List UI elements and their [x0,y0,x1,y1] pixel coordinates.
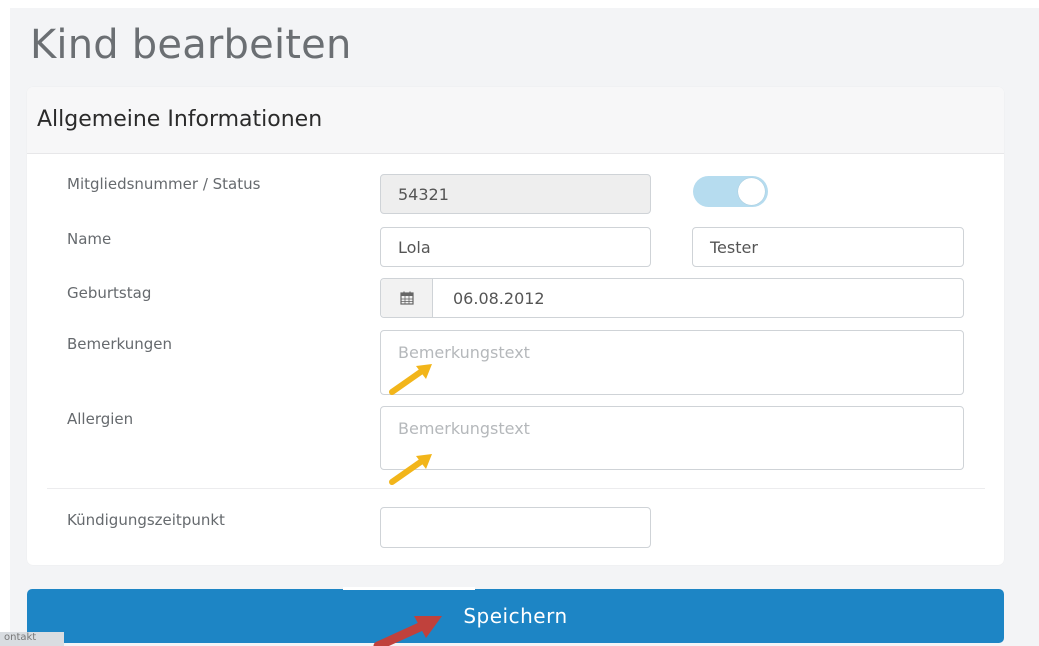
calendar-addon[interactable] [381,279,433,317]
name-label: Name [67,230,112,248]
termination-input[interactable] [380,507,651,548]
birthday-value: 06.08.2012 [453,288,545,308]
save-button-label: Speichern [463,604,568,628]
remarks-highlight-arrow-icon [389,364,432,395]
remarks-label: Bemerkungen [67,335,173,353]
termination-label: Kündigungszeitpunkt [67,511,225,529]
contact-tab[interactable]: ontakt [0,632,64,646]
calendar-icon [399,291,414,305]
last-name-value: Tester [710,237,758,257]
save-pointer-arrow-icon [373,616,442,646]
birthday-label: Geburtstag [67,284,152,302]
general-info-panel: Allgemeine Informationen Mitgliedsnummer… [27,87,1004,565]
panel-title: Allgemeine Informationen [37,107,323,132]
allergies-label: Allergien [67,410,134,428]
save-button[interactable]: Speichern [27,589,1004,643]
birthday-input[interactable]: 06.08.2012 [380,278,964,318]
section-divider [47,488,985,489]
status-toggle-knob[interactable] [738,178,765,205]
allergies-highlight-arrow-icon [389,454,432,485]
save-button-highlight [343,587,475,590]
member-number-label: Mitgliedsnummer / Status [67,175,261,193]
first-name-value: Lola [398,237,431,257]
status-toggle[interactable] [693,176,768,207]
first-name-input[interactable]: Lola [380,227,651,267]
remarks-textarea[interactable]: Bemerkungstext [380,330,964,395]
last-name-input[interactable]: Tester [692,227,964,267]
allergies-textarea[interactable]: Bemerkungstext [380,406,964,470]
page-title: Kind bearbeiten [30,22,352,68]
contact-tab-label: ontakt [4,632,37,643]
allergies-placeholder: Bemerkungstext [398,419,530,438]
member-number-field: 54321 [380,174,651,214]
member-number-value: 54321 [398,184,449,204]
panel-header: Allgemeine Informationen [27,87,1004,154]
